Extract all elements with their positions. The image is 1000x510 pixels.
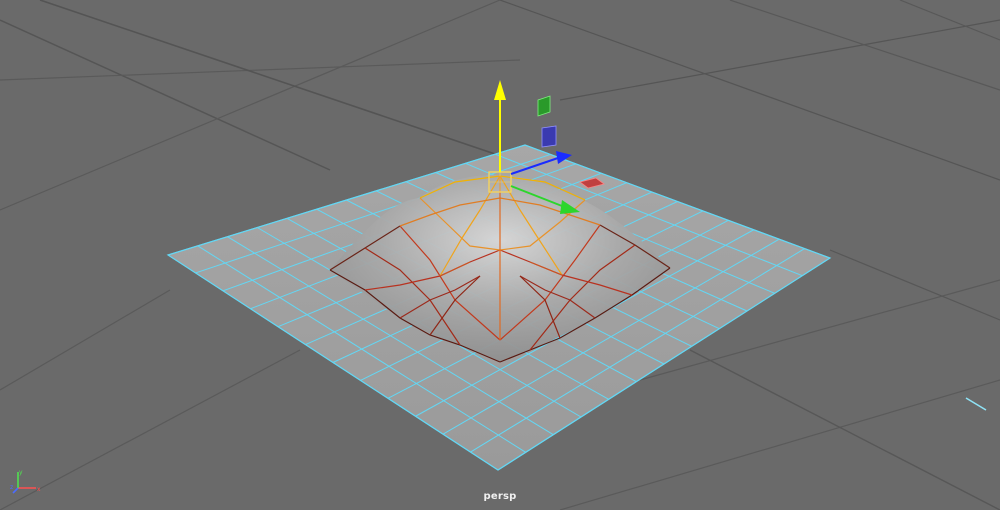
plane-handle-blue-icon[interactable] (541, 125, 557, 148)
camera-name-label: persp (483, 491, 517, 502)
svg-text:y: y (19, 469, 23, 476)
scene-3d-view[interactable] (0, 0, 1000, 510)
axis-indicator-icon: x y z (10, 469, 41, 494)
offscreen-edge-mark (965, 397, 987, 411)
plane-handle-green-icon[interactable] (537, 95, 551, 117)
maya-viewport[interactable]: x y z persp (0, 0, 1000, 510)
svg-text:z: z (10, 484, 13, 491)
y-axis-arrow-icon[interactable] (494, 80, 506, 100)
